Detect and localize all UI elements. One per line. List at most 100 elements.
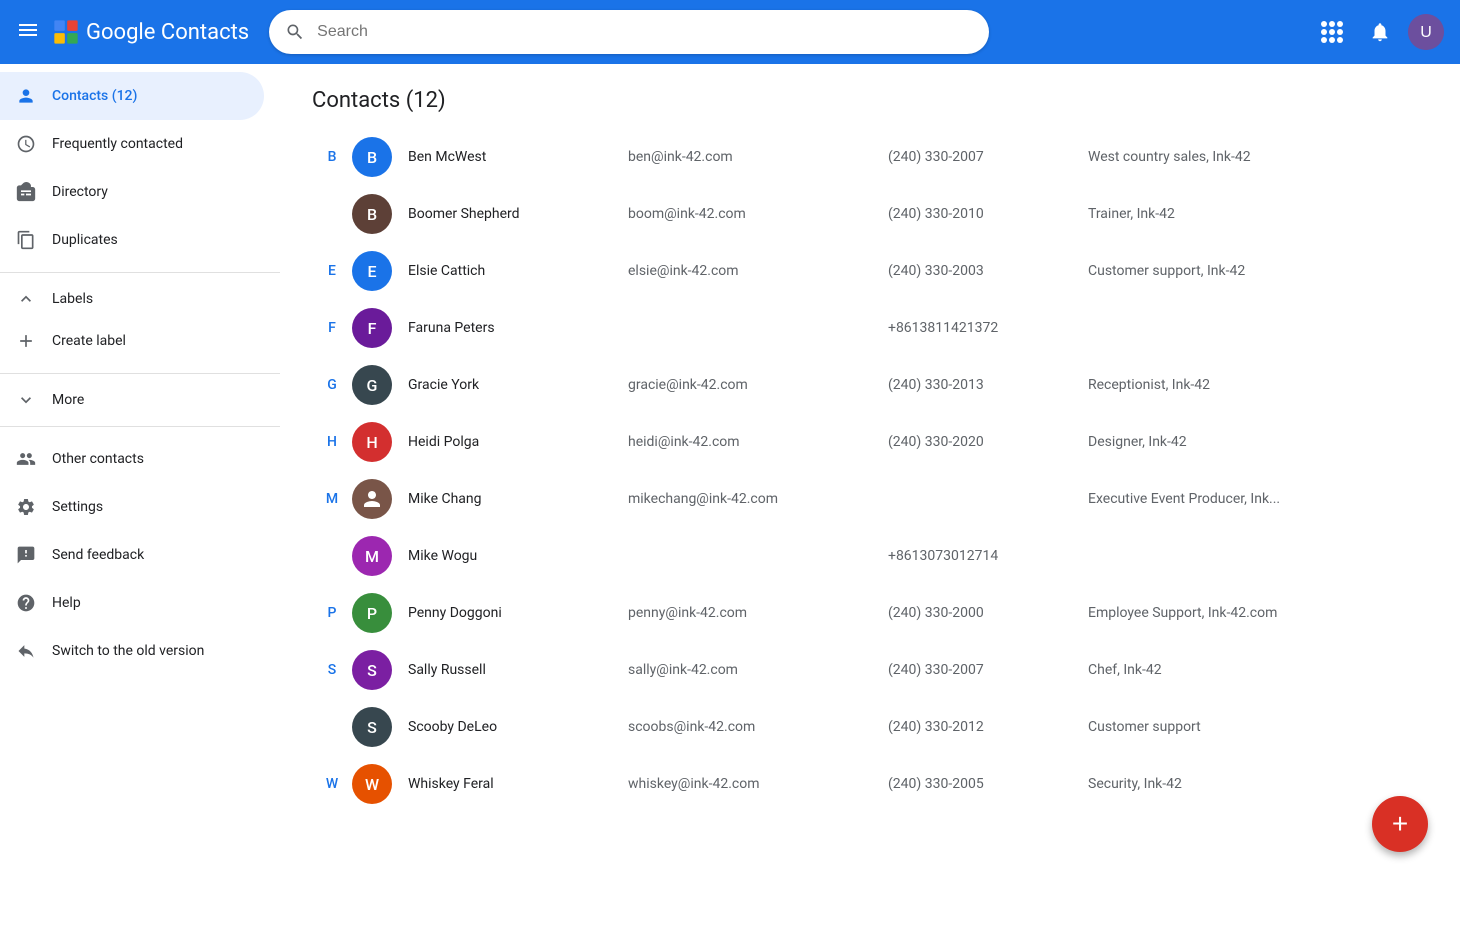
- letter-marker: W: [312, 776, 352, 792]
- letter-marker: E: [312, 263, 352, 279]
- contact-company: Security, Ink-42: [1088, 776, 1428, 792]
- add-contact-fab[interactable]: +: [1372, 796, 1428, 852]
- sidebar-item-other-contacts[interactable]: Other contacts: [0, 435, 264, 483]
- contact-email: elsie@ink-42.com: [628, 263, 888, 279]
- contact-row[interactable]: P P Penny Doggoni penny@ink-42.com (240)…: [312, 585, 1428, 642]
- contacts-icon: [16, 86, 36, 106]
- search-input[interactable]: [317, 23, 973, 41]
- contact-phone: (240) 330-2020: [888, 434, 1088, 450]
- contact-row[interactable]: F F Faruna Peters +8613811421372: [312, 300, 1428, 357]
- contact-name: Gracie York: [408, 377, 628, 393]
- sidebar-item-duplicates[interactable]: Duplicates: [0, 216, 264, 264]
- sidebar-item-help[interactable]: Help: [0, 579, 264, 627]
- labels-label: Labels: [52, 291, 93, 307]
- duplicates-icon: [16, 230, 36, 250]
- letter-marker: F: [312, 320, 352, 336]
- other-contacts-icon: [16, 449, 36, 469]
- directory-label: Directory: [52, 184, 108, 200]
- menu-icon[interactable]: [16, 18, 40, 47]
- sidebar-item-contacts[interactable]: Contacts (12): [0, 72, 264, 120]
- frequently-contacted-label: Frequently contacted: [52, 136, 183, 152]
- user-avatar[interactable]: U: [1408, 14, 1444, 50]
- contact-name: Mike Wogu: [408, 548, 628, 564]
- contact-name: Elsie Cattich: [408, 263, 628, 279]
- contact-phone: +8613073012714: [888, 548, 1088, 564]
- sidebar-item-directory[interactable]: Directory: [0, 168, 264, 216]
- contact-row[interactable]: G G Gracie York gracie@ink-42.com (240) …: [312, 357, 1428, 414]
- app-logo[interactable]: Google Contacts: [52, 18, 249, 46]
- contact-phone: (240) 330-2013: [888, 377, 1088, 393]
- contact-row[interactable]: W W Whiskey Feral whiskey@ink-42.com (24…: [312, 756, 1428, 813]
- send-feedback-label: Send feedback: [52, 547, 144, 563]
- contact-avatar: B: [352, 137, 392, 177]
- contact-row[interactable]: M Mike Wogu +8613073012714: [312, 528, 1428, 585]
- letter-marker: G: [312, 377, 352, 393]
- contact-company: Customer support: [1088, 719, 1428, 735]
- contact-email: whiskey@ink-42.com: [628, 776, 888, 792]
- contact-row[interactable]: H H Heidi Polga heidi@ink-42.com (240) 3…: [312, 414, 1428, 471]
- contact-avatar: S: [352, 650, 392, 690]
- bell-icon: [1369, 21, 1391, 43]
- other-contacts-label: Other contacts: [52, 451, 144, 467]
- letter-marker: M: [312, 491, 352, 507]
- contact-phone: (240) 330-2010: [888, 206, 1088, 222]
- contact-email: mikechang@ink-42.com: [628, 491, 888, 507]
- contact-company: Receptionist, Ink-42: [1088, 377, 1428, 393]
- contact-email: scoobs@ink-42.com: [628, 719, 888, 735]
- help-label: Help: [52, 595, 81, 611]
- sidebar-labels-header[interactable]: Labels: [0, 281, 264, 317]
- contact-avatar: F: [352, 308, 392, 348]
- directory-icon: [16, 182, 36, 202]
- sidebar-more-header[interactable]: More: [0, 382, 264, 418]
- contact-company: Executive Event Producer, Ink...: [1088, 491, 1428, 507]
- contact-name: Mike Chang: [408, 491, 628, 507]
- sidebar-divider-1: [0, 272, 280, 273]
- sidebar-item-settings[interactable]: Settings: [0, 483, 264, 531]
- contact-row[interactable]: B B Ben McWest ben@ink-42.com (240) 330-…: [312, 129, 1428, 186]
- contact-name: Penny Doggoni: [408, 605, 628, 621]
- contact-row[interactable]: M Mike Chang mikechang@ink-42.com Execut…: [312, 471, 1428, 528]
- letter-marker: B: [312, 149, 352, 165]
- contact-avatar: H: [352, 422, 392, 462]
- settings-icon: [16, 497, 36, 517]
- contact-name: Boomer Shepherd: [408, 206, 628, 222]
- topbar: Google Contacts U: [0, 0, 1460, 64]
- contact-company: Trainer, Ink-42: [1088, 206, 1428, 222]
- sidebar-item-switch-old[interactable]: Switch to the old version: [0, 627, 264, 675]
- contact-row[interactable]: S S Sally Russell sally@ink-42.com (240)…: [312, 642, 1428, 699]
- contact-row[interactable]: E E Elsie Cattich elsie@ink-42.com (240)…: [312, 243, 1428, 300]
- contact-avatar: P: [352, 593, 392, 633]
- add-icon: [16, 331, 36, 351]
- sidebar-item-frequently-contacted[interactable]: Frequently contacted: [0, 120, 264, 168]
- contact-avatar: B: [352, 194, 392, 234]
- contact-name: Sally Russell: [408, 662, 628, 678]
- sidebar-divider-2: [0, 373, 280, 374]
- chevron-up-icon: [16, 289, 36, 309]
- contact-row[interactable]: S Scooby DeLeo scoobs@ink-42.com (240) 3…: [312, 699, 1428, 756]
- sidebar-item-send-feedback[interactable]: Send feedback: [0, 531, 264, 579]
- contact-email: boom@ink-42.com: [628, 206, 888, 222]
- waffle-icon: [1321, 21, 1343, 43]
- waffle-button[interactable]: [1312, 12, 1352, 52]
- contact-row[interactable]: B Boomer Shepherd boom@ink-42.com (240) …: [312, 186, 1428, 243]
- contact-email: penny@ink-42.com: [628, 605, 888, 621]
- sidebar-item-create-label[interactable]: Create label: [0, 317, 264, 365]
- search-icon: [285, 22, 305, 42]
- switch-icon: [16, 641, 36, 661]
- search-bar: [269, 10, 989, 54]
- notifications-button[interactable]: [1360, 12, 1400, 52]
- contact-company: Employee Support, Ink-42.com: [1088, 605, 1428, 621]
- contact-phone: (240) 330-2007: [888, 149, 1088, 165]
- contact-name: Heidi Polga: [408, 434, 628, 450]
- contact-name: Ben McWest: [408, 149, 628, 165]
- contact-avatar: S: [352, 707, 392, 747]
- contact-avatar: [352, 479, 392, 519]
- letter-marker: H: [312, 434, 352, 450]
- topbar-actions: U: [1312, 12, 1444, 52]
- help-icon: [16, 593, 36, 613]
- chevron-down-icon: [16, 390, 36, 410]
- contact-email: sally@ink-42.com: [628, 662, 888, 678]
- contact-phone: (240) 330-2007: [888, 662, 1088, 678]
- sidebar: Contacts (12) Frequently contacted Direc…: [0, 64, 280, 884]
- contact-phone: +8613811421372: [888, 320, 1088, 336]
